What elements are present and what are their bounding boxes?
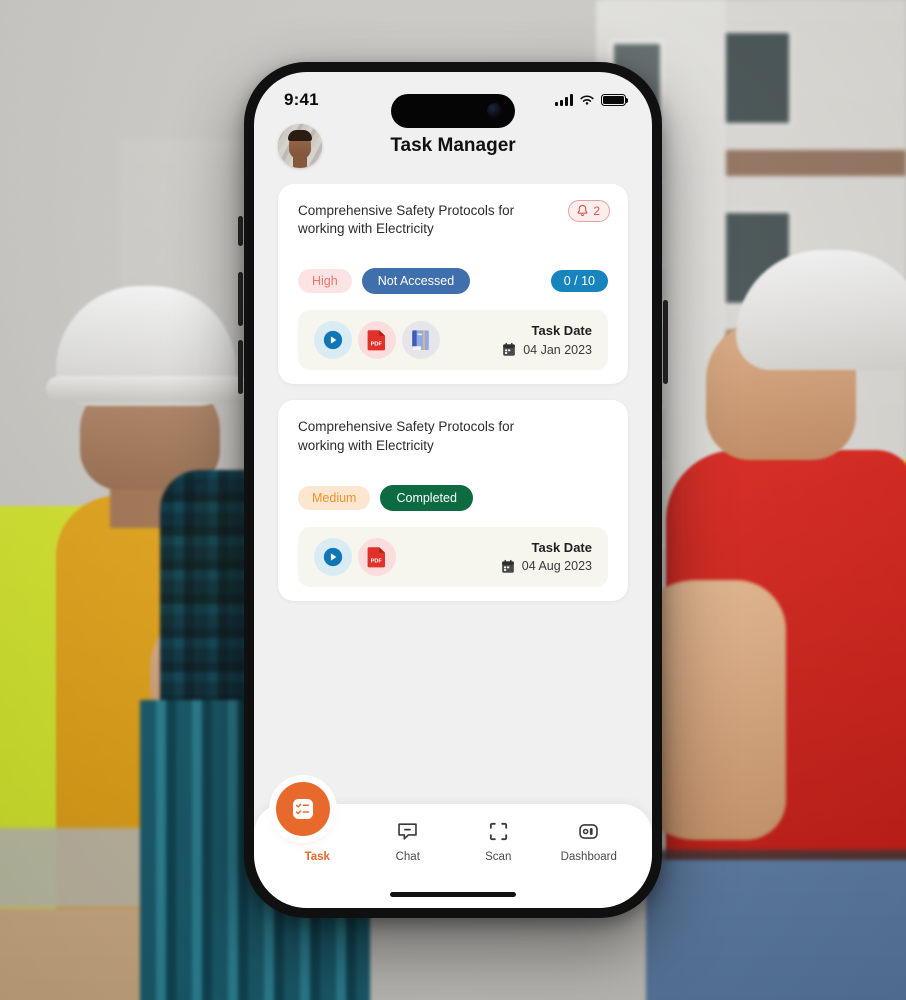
battery-full-icon: [601, 94, 629, 106]
calendar-icon: [503, 343, 516, 357]
progress-badge: 0 / 10: [550, 270, 608, 293]
notification-count: 2: [593, 204, 600, 218]
task-date-value: 04 Aug 2023: [521, 559, 592, 574]
attachment-row: PDF Task Date 04 Jan 2023: [298, 310, 608, 371]
tab-scan[interactable]: Scan: [453, 818, 544, 863]
task-title: Comprehensive Safety Protocols for worki…: [298, 419, 515, 453]
attachment-row: PDF Task Date 04 Aug 2023: [298, 526, 608, 587]
status-time: 9:41: [284, 90, 319, 109]
svg-text:PDF: PDF: [371, 558, 383, 564]
task-date-value: 04 Jan 2023: [523, 342, 592, 357]
play-circle-icon: [323, 547, 343, 567]
task-meta-row: High Not Accessed 0 / 10: [298, 268, 608, 295]
calendar-icon: [501, 559, 514, 573]
bell-icon: [577, 204, 588, 217]
priority-badge: High: [298, 269, 352, 294]
home-indicator[interactable]: [390, 892, 516, 897]
task-card[interactable]: Comprehensive Safety Protocols for worki…: [278, 400, 628, 601]
power-button[interactable]: [663, 300, 668, 384]
tab-task-label: Task: [304, 851, 330, 863]
tab-task-fab[interactable]: [276, 782, 330, 836]
chat-bubble-icon: [398, 822, 418, 840]
attachment-video[interactable]: [314, 321, 352, 360]
tab-chat[interactable]: Chat: [363, 818, 454, 863]
attachment-pdf[interactable]: PDF: [358, 321, 396, 360]
volume-down-button[interactable]: [238, 340, 243, 394]
task-status-badge: Completed: [380, 484, 473, 511]
attachment-book[interactable]: [402, 321, 440, 360]
app-header: Task Manager: [254, 122, 652, 184]
task-card[interactable]: Comprehensive Safety Protocols for worki…: [278, 184, 628, 385]
front-camera-icon: [487, 103, 502, 118]
task-status-badge: Not Accessed: [361, 268, 471, 295]
status-badge[interactable]: 2: [568, 200, 610, 222]
pdf-file-icon: PDF: [367, 547, 385, 568]
play-circle-icon: [323, 331, 343, 350]
pdf-file-icon: PDF: [367, 330, 385, 351]
task-title: Comprehensive Safety Protocols for worki…: [298, 203, 515, 237]
phone-screen: 9:41 Task Manager Comprehensive Safety P…: [254, 72, 652, 908]
volume-up-button[interactable]: [238, 272, 243, 326]
cellular-signal-icon: [555, 94, 573, 106]
silent-switch[interactable]: [238, 216, 243, 246]
book-icon: [412, 330, 429, 351]
scan-frame-icon: [489, 822, 507, 840]
task-date-label: Task Date: [531, 323, 592, 339]
priority-badge: Medium: [298, 485, 371, 510]
attachment-pdf[interactable]: PDF: [358, 537, 396, 576]
wifi-icon: [580, 95, 594, 105]
task-list[interactable]: Comprehensive Safety Protocols for worki…: [254, 184, 652, 792]
dynamic-island: [391, 94, 515, 128]
tab-scan-label: Scan: [485, 851, 512, 863]
bottom-navigation: Task Chat Scan Dashboard: [254, 782, 652, 908]
attachment-video[interactable]: [314, 537, 352, 576]
tab-dashboard[interactable]: Dashboard: [544, 818, 635, 863]
svg-text:PDF: PDF: [371, 342, 383, 348]
tab-chat-label: Chat: [395, 851, 420, 863]
tab-dashboard-label: Dashboard: [560, 851, 617, 863]
bar-chart-icon: [579, 823, 599, 839]
checklist-icon: [293, 799, 313, 819]
avatar[interactable]: [278, 124, 322, 168]
task-meta-row: Medium Completed: [298, 484, 608, 511]
task-date-label: Task Date: [531, 539, 592, 555]
phone-device: 9:41 Task Manager Comprehensive Safety P…: [244, 62, 662, 918]
